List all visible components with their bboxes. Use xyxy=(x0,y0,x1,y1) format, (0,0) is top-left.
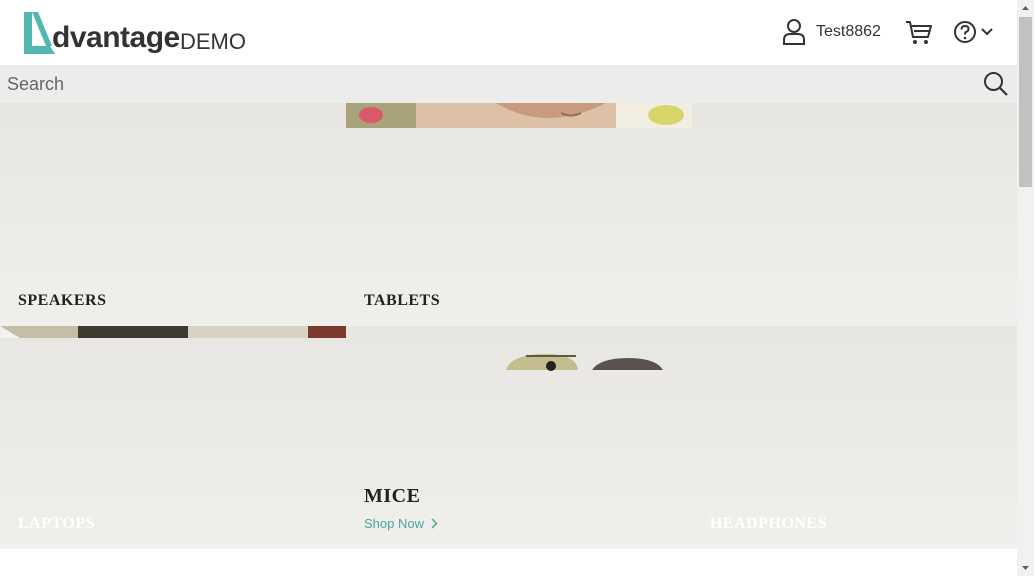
caret-down-icon xyxy=(1022,566,1029,570)
user-icon xyxy=(783,19,805,45)
category-label: LAPTOPS xyxy=(18,515,95,532)
logo-demo-text: DEMO xyxy=(180,29,246,54)
help-icon xyxy=(954,21,976,43)
header: dvantage DEMO Test8862 xyxy=(0,0,1017,65)
scroll-up-arrow[interactable] xyxy=(1017,0,1034,17)
category-mice[interactable]: MICE Shop Now xyxy=(346,326,692,549)
category-label: MICE xyxy=(364,485,421,507)
search-input[interactable] xyxy=(0,65,960,103)
category-label: SPEAKERS xyxy=(18,292,107,309)
category-tablets[interactable]: TABLETS xyxy=(346,103,692,326)
category-headphones[interactable]: HEADPHONES xyxy=(692,326,1017,549)
caret-up-icon xyxy=(1022,6,1029,10)
user-menu[interactable]: Test8862 xyxy=(782,18,881,46)
search-bar xyxy=(0,65,1017,103)
cart-button[interactable] xyxy=(905,20,933,51)
search-icon[interactable] xyxy=(983,71,1009,97)
scroll-thumb[interactable] xyxy=(1019,17,1032,187)
chevron-down-icon xyxy=(981,28,993,36)
laptops-image xyxy=(0,326,346,338)
chevron-right-icon xyxy=(431,518,438,529)
scroll-down-arrow[interactable] xyxy=(1017,559,1034,576)
logo-mark-icon xyxy=(24,12,55,54)
mice-image xyxy=(506,354,663,371)
username[interactable]: Test8862 xyxy=(816,23,881,41)
advantage-logo[interactable]: dvantage DEMO xyxy=(22,10,252,56)
shop-now-label: Shop Now xyxy=(364,516,424,531)
shopping-cart-icon xyxy=(906,21,932,44)
page-scrollbar[interactable] xyxy=(1017,0,1034,576)
shop-now-link[interactable]: Shop Now xyxy=(364,516,438,531)
tablets-image xyxy=(346,103,692,128)
category-speakers[interactable]: SPEAKERS xyxy=(0,103,346,326)
category-empty xyxy=(692,103,1017,326)
logo-text: dvantage xyxy=(52,21,180,54)
category-laptops[interactable]: LAPTOPS xyxy=(0,326,346,549)
category-label: TABLETS xyxy=(364,292,441,309)
category-label: HEADPHONES xyxy=(710,515,828,532)
help-menu[interactable] xyxy=(953,20,994,44)
